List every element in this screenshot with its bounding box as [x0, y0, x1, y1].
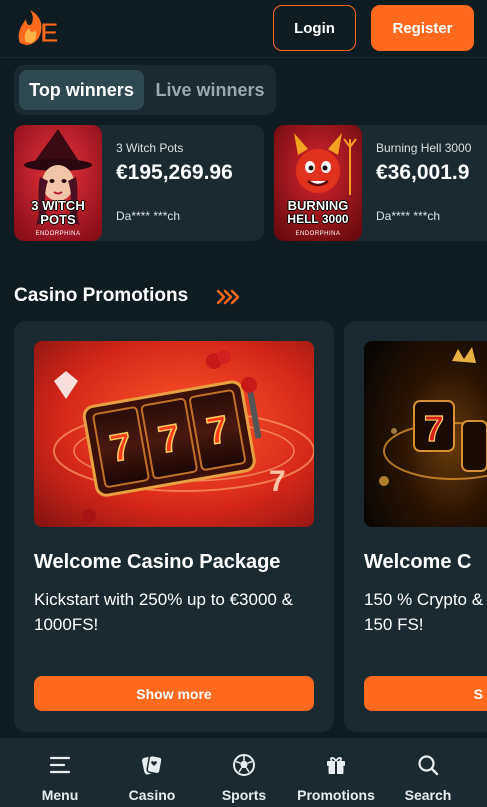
gift-icon	[324, 753, 348, 777]
game-thumbnail[interactable]: BURNING HELL 3000 ENDORPHINA	[274, 125, 362, 241]
nav-promotions[interactable]: Promotions	[288, 738, 384, 807]
winner-username: Da**** ***ch	[376, 209, 441, 223]
promo-image: 7	[364, 341, 487, 527]
promo-card[interactable]: 7 7 7 7 Welcome Casino Package Kickstart…	[14, 321, 334, 732]
svg-text:7: 7	[424, 408, 444, 449]
nav-menu[interactable]: Menu	[12, 738, 108, 807]
winner-game-name: Burning Hell 3000	[376, 141, 472, 155]
promo-image: 7 7 7 7	[34, 341, 314, 527]
svg-text:7: 7	[269, 465, 286, 498]
login-button[interactable]: Login	[273, 5, 356, 51]
nav-label: Promotions	[297, 787, 375, 803]
promo-card[interactable]: 7 Welcome C 150 % Crypto & 150 FS! S	[344, 321, 487, 732]
winner-username: Da**** ***ch	[116, 209, 181, 223]
section-title: Casino Promotions	[14, 285, 189, 306]
nav-sports[interactable]: Sports	[196, 738, 292, 807]
provider-label: ENDORPHINA	[295, 231, 341, 237]
casino-icon	[140, 753, 164, 777]
header: E Login Register	[0, 0, 487, 58]
logo-letter: E	[40, 17, 59, 48]
tab-live-winners[interactable]: Live winners	[148, 70, 272, 110]
nav-casino[interactable]: Casino	[104, 738, 200, 807]
menu-icon	[48, 753, 72, 777]
brand-logo[interactable]: E	[14, 9, 64, 49]
tab-top-winners[interactable]: Top winners	[19, 70, 144, 110]
thumbnail-title-line1: 3 WITCH	[31, 198, 85, 213]
winner-card[interactable]: 3 WITCH POTS ENDORPHINA 3 Witch Pots €19…	[14, 125, 264, 241]
promo-title: Welcome Casino Package	[34, 551, 281, 573]
show-more-button[interactable]: S	[364, 676, 487, 711]
soccer-ball-icon	[232, 753, 256, 777]
game-thumbnail[interactable]: 3 WITCH POTS ENDORPHINA	[14, 125, 102, 241]
winner-game-name: 3 Witch Pots	[116, 141, 184, 155]
thumbnail-title-line1: BURNING	[287, 198, 349, 213]
nav-search[interactable]: Search	[380, 738, 476, 807]
show-more-label: S	[473, 685, 483, 702]
register-button[interactable]: Register	[371, 5, 474, 51]
promo-description: Kickstart with 250% up to €3000 & 1000FS…	[34, 590, 293, 634]
bottom-navigation: Menu Casino Sports Promotions Search	[0, 738, 487, 807]
winners-tab-bar: Top winners Live winners	[14, 65, 276, 115]
winner-card[interactable]: BURNING HELL 3000 ENDORPHINA Burning Hel…	[274, 125, 487, 241]
thumbnail-title-line2: POTS	[40, 212, 76, 227]
nav-label: Casino	[128, 787, 176, 803]
promo-title: Welcome C	[364, 551, 472, 573]
winner-amount: €36,001.9	[376, 161, 470, 184]
chevrons-right-icon[interactable]	[216, 289, 240, 305]
show-more-button[interactable]: Show more	[34, 676, 314, 711]
winner-amount: €195,269.96	[116, 161, 233, 184]
nav-label: Sports	[221, 787, 267, 803]
provider-label: ENDORPHINA	[35, 231, 81, 237]
promo-description: 150 % Crypto & 150 FS!	[364, 590, 484, 634]
nav-label: Search	[404, 787, 452, 803]
thumbnail-title-line2: HELL 3000	[287, 212, 349, 226]
nav-label: Menu	[41, 787, 79, 803]
search-icon	[416, 753, 440, 777]
